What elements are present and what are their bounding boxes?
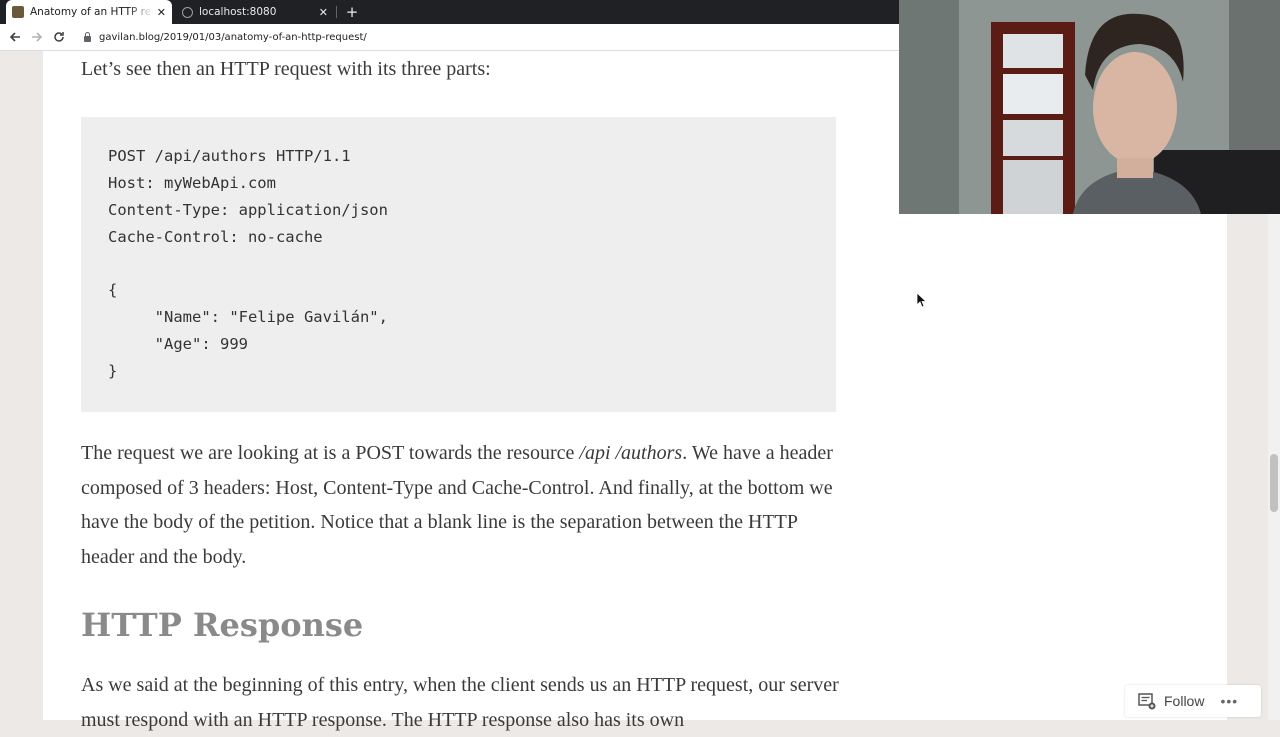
code-line: "Name": "Felipe Gavilán", <box>108 308 388 326</box>
code-line: { <box>108 281 118 299</box>
lock-icon[interactable] <box>84 32 91 42</box>
new-tab-button[interactable]: + <box>343 2 361 22</box>
resource-path: /api /authors <box>579 442 683 464</box>
intro-text: Let’s see then an HTTP request with its … <box>81 58 491 80</box>
close-tab-icon[interactable]: ✕ <box>157 6 166 19</box>
follow-bar: Follow ••• <box>1125 685 1261 717</box>
body-paragraph: The request we are looking at is a POST … <box>81 436 841 574</box>
code-block: POST /api/authors HTTP/1.1 Host: myWebAp… <box>81 117 836 412</box>
presenter-video-image <box>899 0 1280 214</box>
code-line: POST /api/authors HTTP/1.1 <box>108 147 351 165</box>
back-button[interactable] <box>4 26 26 48</box>
tab-title: localhost:8080 <box>199 6 277 18</box>
code-line: Cache-Control: no-cache <box>108 228 323 246</box>
close-tab-icon[interactable]: ✕ <box>319 6 328 19</box>
tab-anatomy-http-request[interactable]: Anatomy of an HTTP request ✕ <box>6 0 172 24</box>
code-line: Content-Type: application/json <box>108 201 388 219</box>
code-line: "Age": 999 <box>108 335 248 353</box>
body-paragraph: As we said at the beginning of this entr… <box>81 674 839 731</box>
reload-button[interactable] <box>48 26 70 48</box>
address-bar-url[interactable]: gavilan.blog/2019/01/03/anatomy-of-an-ht… <box>99 32 367 43</box>
arrow-left-icon <box>9 32 20 42</box>
forward-button[interactable] <box>26 26 48 48</box>
globe-icon <box>182 6 193 18</box>
page-scrollbar[interactable] <box>1268 214 1280 720</box>
webcam-overlay <box>899 0 1280 214</box>
scrollbar-thumb[interactable] <box>1270 454 1278 512</box>
blog-favicon-icon <box>12 6 24 18</box>
section-heading: HTTP Response <box>81 606 364 644</box>
tab-title: Anatomy of an HTTP request <box>30 6 153 18</box>
code-line: } <box>108 362 118 380</box>
follow-button[interactable]: Follow <box>1164 693 1204 709</box>
mouse-cursor-icon <box>917 293 927 308</box>
code-line: Host: myWebApi.com <box>108 174 276 192</box>
follow-reader-icon[interactable] <box>1138 692 1156 710</box>
tab-localhost[interactable]: localhost:8080 ✕ <box>174 0 337 24</box>
browser-toolbar: gavilan.blog/2019/01/03/anatomy-of-an-ht… <box>0 24 900 51</box>
arrow-right-icon <box>32 32 43 42</box>
more-options-button[interactable]: ••• <box>1220 693 1238 709</box>
reload-icon <box>54 32 64 42</box>
paragraph-text: The request we are looking at is a POST … <box>81 442 580 464</box>
